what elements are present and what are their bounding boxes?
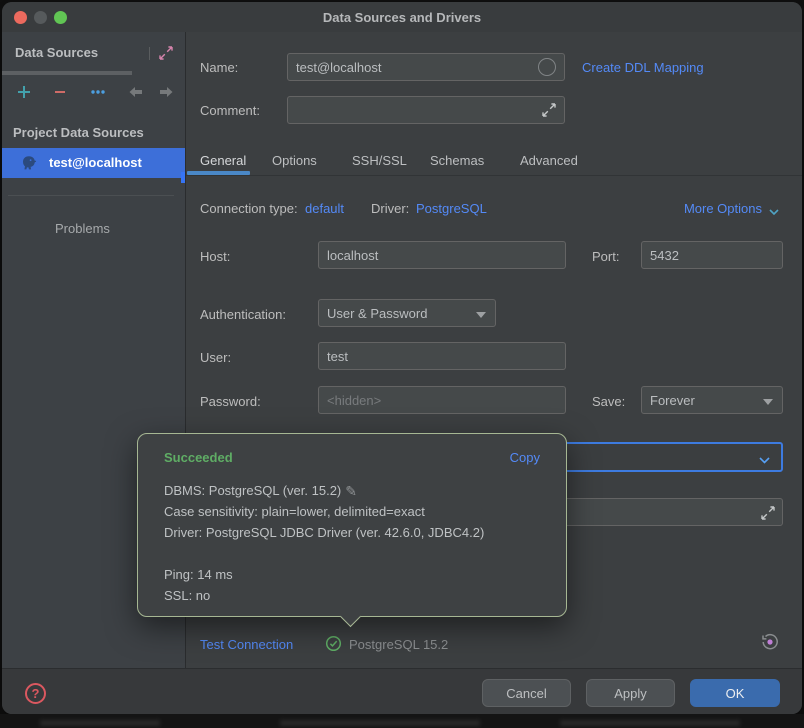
test-result-text: PostgreSQL 15.2 [349, 637, 448, 652]
password-label: Password: [200, 394, 261, 409]
active-tab-indicator [187, 171, 250, 175]
save-value: Forever [650, 393, 695, 408]
sidebar-panel-title: Data Sources [15, 45, 98, 60]
sidebar-divider [8, 195, 174, 196]
refresh-spinner-icon [538, 58, 556, 76]
authentication-value: User & Password [327, 306, 427, 321]
tab-options[interactable]: Options [272, 153, 317, 168]
name-input[interactable] [287, 53, 565, 81]
popup-line-ssl: SSL: no [164, 585, 484, 606]
ok-button[interactable]: OK [690, 679, 780, 707]
history-revert-icon[interactable] [760, 632, 780, 657]
tab-ssh-ssl[interactable]: SSH/SSL [352, 153, 407, 168]
add-data-source-button[interactable] [14, 82, 34, 102]
port-input[interactable] [641, 241, 783, 269]
user-label: User: [200, 350, 231, 365]
connection-type-label: Connection type: [200, 201, 298, 216]
title-bar: Data Sources and Drivers [2, 2, 802, 32]
popup-line-dbms: DBMS: PostgreSQL (ver. 15.2)✎ [164, 480, 484, 501]
postgresql-elephant-icon [20, 154, 38, 177]
chevron-down-icon [758, 452, 771, 470]
edit-pencil-icon[interactable]: ✎ [345, 481, 357, 502]
save-label: Save: [592, 394, 625, 409]
port-label: Port: [592, 249, 619, 264]
cancel-button[interactable]: Cancel [482, 679, 571, 707]
host-input[interactable] [318, 241, 566, 269]
comment-label: Comment: [200, 103, 260, 118]
minus-icon [53, 85, 67, 99]
popup-line-driver: Driver: PostgreSQL JDBC Driver (ver. 42.… [164, 522, 484, 543]
desktop-background [0, 714, 804, 728]
dropdown-arrow-icon [476, 312, 486, 318]
sidebar-item-problems[interactable]: Problems [55, 221, 110, 236]
back-button[interactable] [126, 82, 146, 102]
popup-status-text: Succeeded [164, 450, 233, 465]
expand-comment-icon[interactable] [542, 103, 556, 122]
authentication-label: Authentication: [200, 307, 286, 322]
host-label: Host: [200, 249, 230, 264]
authentication-select[interactable]: User & Password [318, 299, 496, 327]
driver-value-link[interactable]: PostgreSQL [416, 201, 487, 216]
help-button[interactable]: ? [25, 683, 46, 704]
sidebar-item-datasource[interactable]: test@localhost [2, 148, 185, 178]
connection-result-popup: Succeeded Copy DBMS: PostgreSQL (ver. 15… [137, 433, 567, 617]
success-check-icon [325, 635, 342, 657]
plus-icon [17, 85, 31, 99]
popup-pointer [340, 606, 361, 627]
popup-details: DBMS: PostgreSQL (ver. 15.2)✎ Case sensi… [164, 480, 484, 606]
tab-strip-divider [186, 175, 802, 176]
copy-link[interactable]: Copy [510, 450, 540, 465]
expand-panel-icon[interactable] [159, 46, 173, 60]
footer-bar: ? Cancel Apply OK [2, 668, 802, 714]
data-sources-dialog: Data Sources and Drivers Data Sources Pr… [2, 2, 802, 714]
background-blur-shape [40, 720, 160, 726]
save-select[interactable]: Forever [641, 386, 783, 414]
tab-advanced[interactable]: Advanced [520, 153, 578, 168]
dropdown-arrow-icon [763, 399, 773, 405]
chevron-down-icon[interactable] [768, 204, 780, 222]
driver-label: Driver: [371, 201, 409, 216]
sidebar-item-label: test@localhost [49, 155, 142, 170]
popup-line-ping: Ping: 14 ms [164, 564, 484, 585]
password-input[interactable] [318, 386, 566, 414]
create-ddl-mapping-link[interactable]: Create DDL Mapping [582, 60, 704, 75]
project-data-sources-header: Project Data Sources [13, 125, 144, 140]
more-options-link[interactable]: More Options [684, 201, 762, 216]
sidebar-scrollbar[interactable] [2, 71, 132, 75]
apply-button[interactable]: Apply [586, 679, 675, 707]
remove-data-source-button[interactable] [50, 82, 70, 102]
ellipsis-icon [90, 85, 106, 99]
comment-input[interactable] [287, 96, 565, 124]
popup-line-case: Case sensitivity: plain=lower, delimited… [164, 501, 484, 522]
window-title: Data Sources and Drivers [2, 10, 802, 25]
test-connection-link[interactable]: Test Connection [200, 637, 293, 652]
connection-type-value-link[interactable]: default [305, 201, 344, 216]
help-question-icon: ? [32, 686, 40, 701]
popup-line-spacer [164, 543, 484, 564]
arrow-left-icon [128, 85, 144, 99]
more-actions-button[interactable] [88, 82, 108, 102]
background-blur-shape [560, 720, 740, 726]
expand-url-icon[interactable] [761, 506, 775, 525]
forward-button[interactable] [156, 82, 176, 102]
tab-general[interactable]: General [200, 153, 246, 168]
tab-schemas[interactable]: Schemas [430, 153, 484, 168]
background-blur-shape [280, 720, 480, 726]
name-label: Name: [200, 60, 238, 75]
sidebar-header-separator [149, 47, 150, 60]
arrow-right-icon [158, 85, 174, 99]
user-input[interactable] [318, 342, 566, 370]
